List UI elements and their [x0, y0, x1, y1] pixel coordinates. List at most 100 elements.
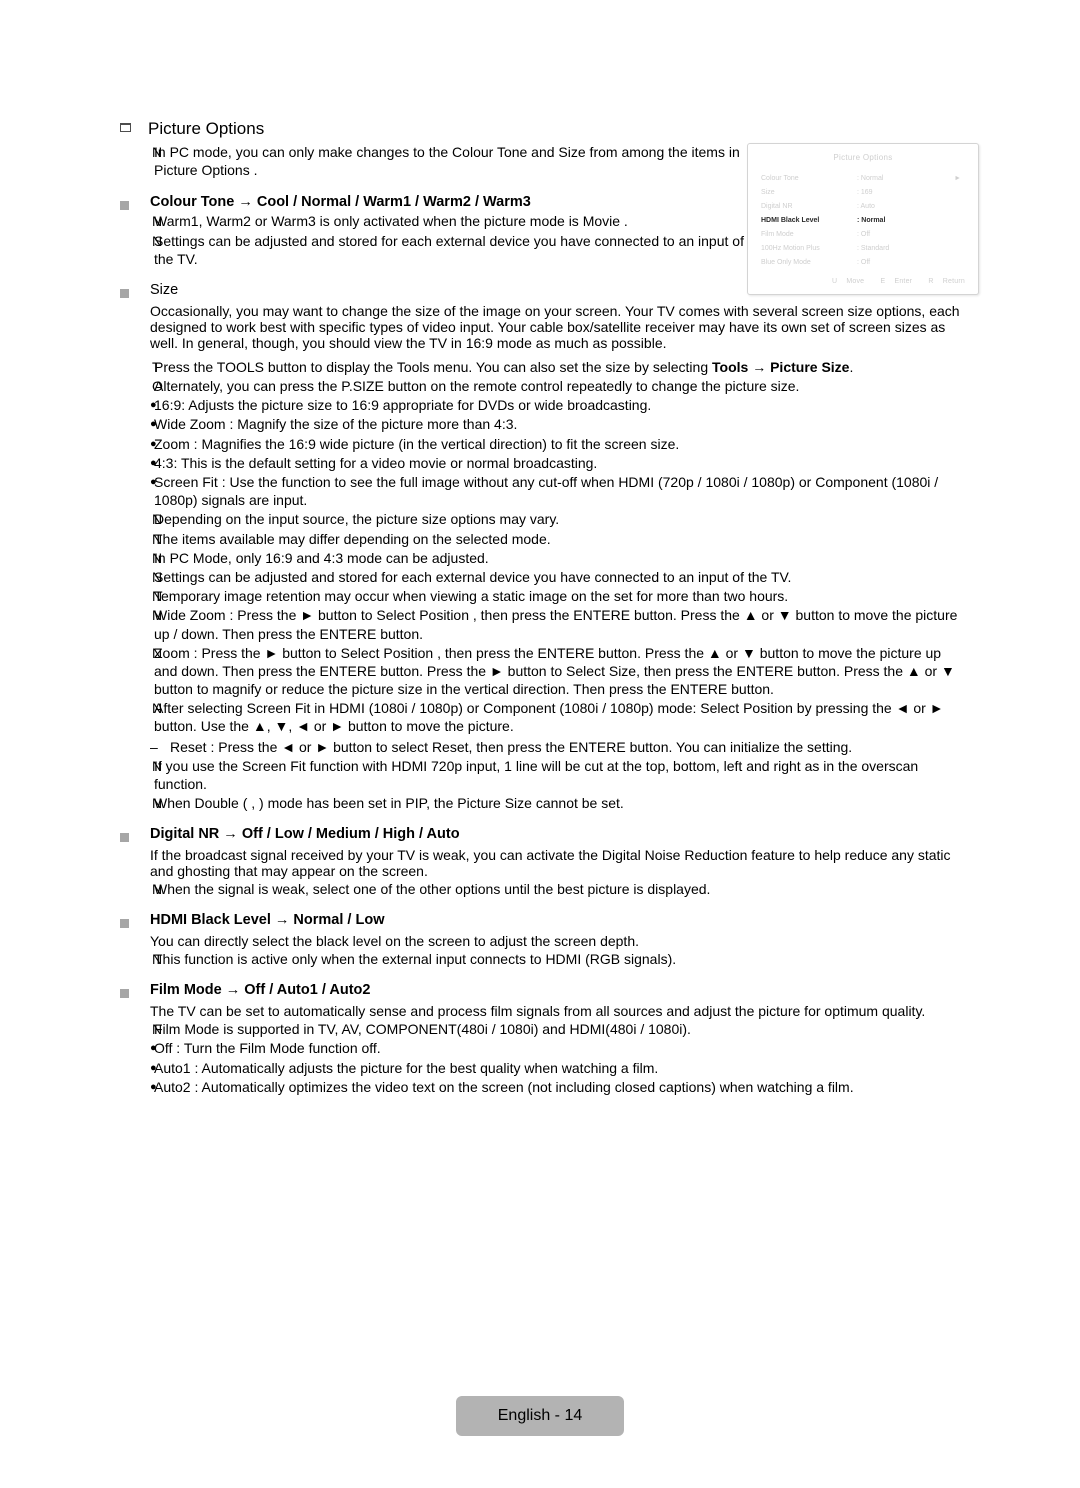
bullet-43: ● 4:3: This is the default setting for a…	[120, 454, 960, 472]
bullet-icon: ●	[150, 418, 157, 431]
note-marker: N	[152, 757, 163, 774]
section-heading-hdmi-black-level: HDMI Black Level → Normal / Low	[120, 911, 960, 930]
bullet-icon: ●	[150, 1061, 157, 1074]
square-bullet-icon	[120, 197, 150, 216]
note-marker: N	[152, 795, 163, 812]
note-text: In PC Mode, only 16:9 and 4:3 mode can b…	[154, 549, 489, 566]
section-heading-digital-nr: Digital NR → Off / Low / Medium / High /…	[120, 825, 960, 844]
paragraph-size: Occasionally, you may want to change the…	[150, 302, 960, 351]
manual-page: Picture Options Colour Tone : Normal ► S…	[0, 0, 1080, 1488]
note-marker: N	[152, 644, 163, 661]
bullet-film-auto2: ● Auto2 : Automatically optimizes the vi…	[120, 1078, 960, 1096]
tools-post: .	[849, 358, 854, 375]
note-wide-zoom: N Wide Zoom : Press the ► button to Sele…	[120, 606, 960, 642]
note-text: Temporary image retention may occur when…	[154, 588, 789, 605]
note-colour-tone-2: N Settings can be adjusted and stored fo…	[120, 232, 760, 268]
note-marker: N	[152, 511, 163, 528]
bullet-text: Auto1 : Automatically adjusts the pictur…	[154, 1059, 659, 1076]
subnote-text: Reset : Press the ◄ or ► button to selec…	[170, 738, 853, 755]
chapter-heading: Picture Options	[120, 118, 960, 139]
note-text: In PC mode, you can only make changes to…	[154, 144, 740, 179]
bullet-text: Auto2 : Automatically optimizes the vide…	[154, 1078, 854, 1095]
paragraph-digital-nr: If the broadcast signal received by your…	[150, 847, 951, 880]
note-marker: N	[152, 951, 163, 968]
alternate-marker: O	[152, 378, 163, 395]
note-text: Settings can be adjusted and stored for …	[154, 232, 744, 267]
note-marker: N	[152, 549, 163, 566]
square-bullet-icon	[120, 985, 150, 1004]
bullet-icon: ●	[150, 456, 157, 469]
subnote-reset: – Reset : Press the ◄ or ► button to sel…	[120, 738, 960, 756]
page-number-label: English - 14	[497, 1407, 583, 1424]
note-text: When the signal is weak, select one of t…	[154, 881, 711, 898]
note-colour-tone-1: N Warm1, Warm2 or Warm3 is only activate…	[120, 212, 960, 230]
note-marker: N	[152, 144, 163, 161]
bullet-wide-zoom: ● Wide Zoom : Magnify the size of the pi…	[120, 415, 960, 433]
note-marker: N	[152, 700, 163, 717]
note-hdmi-black-level-1: N This function is active only when the …	[120, 950, 960, 968]
square-bullet-icon	[120, 285, 150, 304]
heading-text: Film Mode → Off / Auto1 / Auto2	[150, 982, 371, 999]
page-number-tab: English - 14	[456, 1396, 624, 1436]
note-720p: N If you use the Screen Fit function wit…	[120, 757, 960, 793]
note-marker: N	[152, 568, 163, 585]
tools-path: Tools → Picture Size	[712, 358, 850, 375]
note-digital-nr-1: N When the signal is weak, select one of…	[120, 880, 960, 898]
note-text: When Double ( , ) mode has been set in P…	[154, 795, 624, 812]
note-text: This function is active only when the ex…	[154, 951, 677, 968]
bullet-169: ● 16:9: Adjusts the picture size to 16:9…	[120, 396, 960, 414]
tools-marker: T	[152, 358, 161, 375]
section-heading-colour-tone: Colour Tone → Cool / Normal / Warm1 / Wa…	[120, 193, 960, 212]
bullet-icon: ●	[150, 1080, 157, 1093]
bullet-icon: ●	[150, 1042, 157, 1055]
heading-text: Size	[150, 282, 179, 299]
tools-pre: Press the TOOLS button to display the To…	[154, 358, 713, 375]
page-title: Picture Options	[148, 119, 265, 138]
heading-text: Digital NR → Off / Low / Medium / High /…	[150, 826, 460, 843]
note-size-3: N In PC Mode, only 16:9 and 4:3 mode can…	[120, 549, 960, 567]
section-heading-size: Size	[120, 281, 960, 300]
line-tools: T Press the TOOLS button to display the …	[120, 358, 960, 376]
note-size-5: N Temporary image retention may occur wh…	[120, 587, 960, 605]
note-text: After selecting Screen Fit in HDMI (1080…	[154, 700, 944, 735]
page-content: Picture Options N In PC mode, you can on…	[120, 118, 960, 1096]
note-text: Film Mode is supported in TV, AV, COMPON…	[154, 1021, 691, 1038]
note-marker: N	[152, 1021, 163, 1038]
note-text: Wide Zoom : Press the ► button to Select…	[154, 607, 958, 642]
bullet-screen-fit: ● Screen Fit : Use the function to see t…	[120, 473, 960, 509]
note-size-2: N The items available may differ dependi…	[120, 530, 960, 548]
bullet-text: Screen Fit : Use the function to see the…	[154, 474, 939, 509]
note-marker: N	[152, 607, 163, 624]
bullet-text: Wide Zoom : Magnify the size of the pict…	[154, 416, 518, 433]
note-text: Depending on the input source, the pictu…	[154, 511, 560, 528]
note-text: If you use the Screen Fit function with …	[154, 757, 919, 792]
line-alternate: O Alternately, you can press the P.SIZE …	[120, 377, 960, 395]
line-text: Press the TOOLS button to display the To…	[154, 358, 960, 376]
bullet-text: 4:3: This is the default setting for a v…	[154, 454, 598, 471]
bullet-icon: ●	[150, 437, 157, 450]
note-marker: N	[152, 588, 163, 605]
note-text: Settings can be adjusted and stored for …	[154, 568, 792, 585]
note-double-pip: N When Double ( , ) mode has been set in…	[120, 794, 960, 812]
note-size-4: N Settings can be adjusted and stored fo…	[120, 568, 960, 586]
section-heading-film-mode: Film Mode → Off / Auto1 / Auto2	[120, 981, 960, 1000]
note-text: The items available may differ depending…	[154, 530, 551, 547]
square-bullet-icon	[120, 915, 150, 934]
line-text: Alternately, you can press the P.SIZE bu…	[154, 378, 800, 395]
square-bullet-icon	[120, 829, 150, 848]
checkbox-outline-icon	[120, 119, 148, 137]
note-zoom: N Zoom : Press the ► button to Select Po…	[120, 644, 960, 699]
bullet-film-auto1: ● Auto1 : Automatically adjusts the pict…	[120, 1059, 960, 1077]
note-size-1: N Depending on the input source, the pic…	[120, 510, 960, 528]
paragraph-film-mode: The TV can be set to automatically sense…	[150, 1003, 926, 1020]
bullet-text: Off : Turn the Film Mode function off.	[154, 1040, 381, 1057]
note-text: Zoom : Press the ► button to Select Posi…	[154, 644, 955, 698]
bullet-text: 16:9: Adjusts the picture size to 16:9 a…	[154, 397, 652, 414]
bullet-text: Zoom : Magnifies the 16:9 wide picture (…	[154, 435, 680, 452]
bullet-zoom: ● Zoom : Magnifies the 16:9 wide picture…	[120, 435, 960, 453]
note-marker: N	[152, 881, 163, 898]
bullet-film-off: ● Off : Turn the Film Mode function off.	[120, 1039, 960, 1057]
paragraph-hdmi-black-level: You can directly select the black level …	[150, 933, 640, 950]
note-marker: N	[152, 530, 163, 547]
note-text: Warm1, Warm2 or Warm3 is only activated …	[154, 213, 628, 230]
